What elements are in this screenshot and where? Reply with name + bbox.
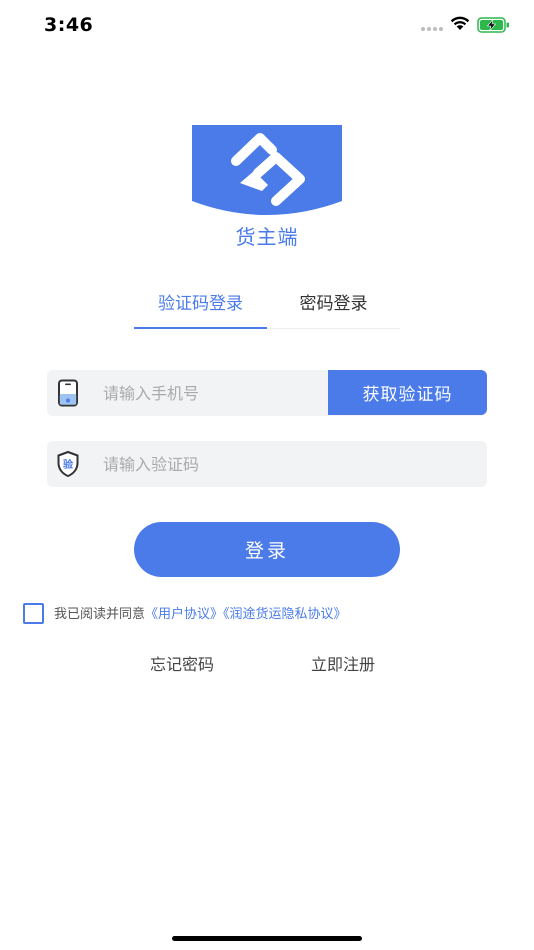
home-indicator [172,936,362,941]
battery-charging-icon [477,17,509,33]
agreement-text: 我已阅读并同意《用户协议》《润途货运隐私协议》 [54,603,347,622]
phone-icon [58,379,78,407]
shield-code-icon-text: 验 [63,458,74,471]
app-name: 货主端 [235,225,299,249]
privacy-policy-link[interactable]: 《润途货运隐私协议》 [223,607,347,622]
app-logo [192,125,342,215]
tab-sms-login[interactable]: 验证码登录 [134,289,267,314]
code-input[interactable] [103,441,463,487]
code-field: 验 [47,441,487,487]
register-link[interactable]: 立即注册 [311,651,375,675]
cellular-signal-icon [421,27,443,31]
wifi-icon [450,16,470,30]
agreement-checkbox[interactable] [23,603,44,624]
tab-password-login[interactable]: 密码登录 [267,289,400,314]
active-tab-indicator [134,327,267,329]
phone-input[interactable] [103,370,363,416]
login-tabs: 验证码登录 密码登录 [134,282,400,329]
forgot-password-link[interactable]: 忘记密码 [150,651,214,675]
login-button[interactable]: 登录 [134,522,400,577]
get-code-button[interactable]: 获取验证码 [328,370,487,415]
phone-field: 获取验证码 [47,370,487,416]
agreement-prefix: 我已阅读并同意 [54,607,146,622]
shield-code-icon: 验 [57,450,79,478]
status-time: 3:46 [44,14,94,36]
user-agreement-link[interactable]: 《用户协议》 [145,607,223,622]
